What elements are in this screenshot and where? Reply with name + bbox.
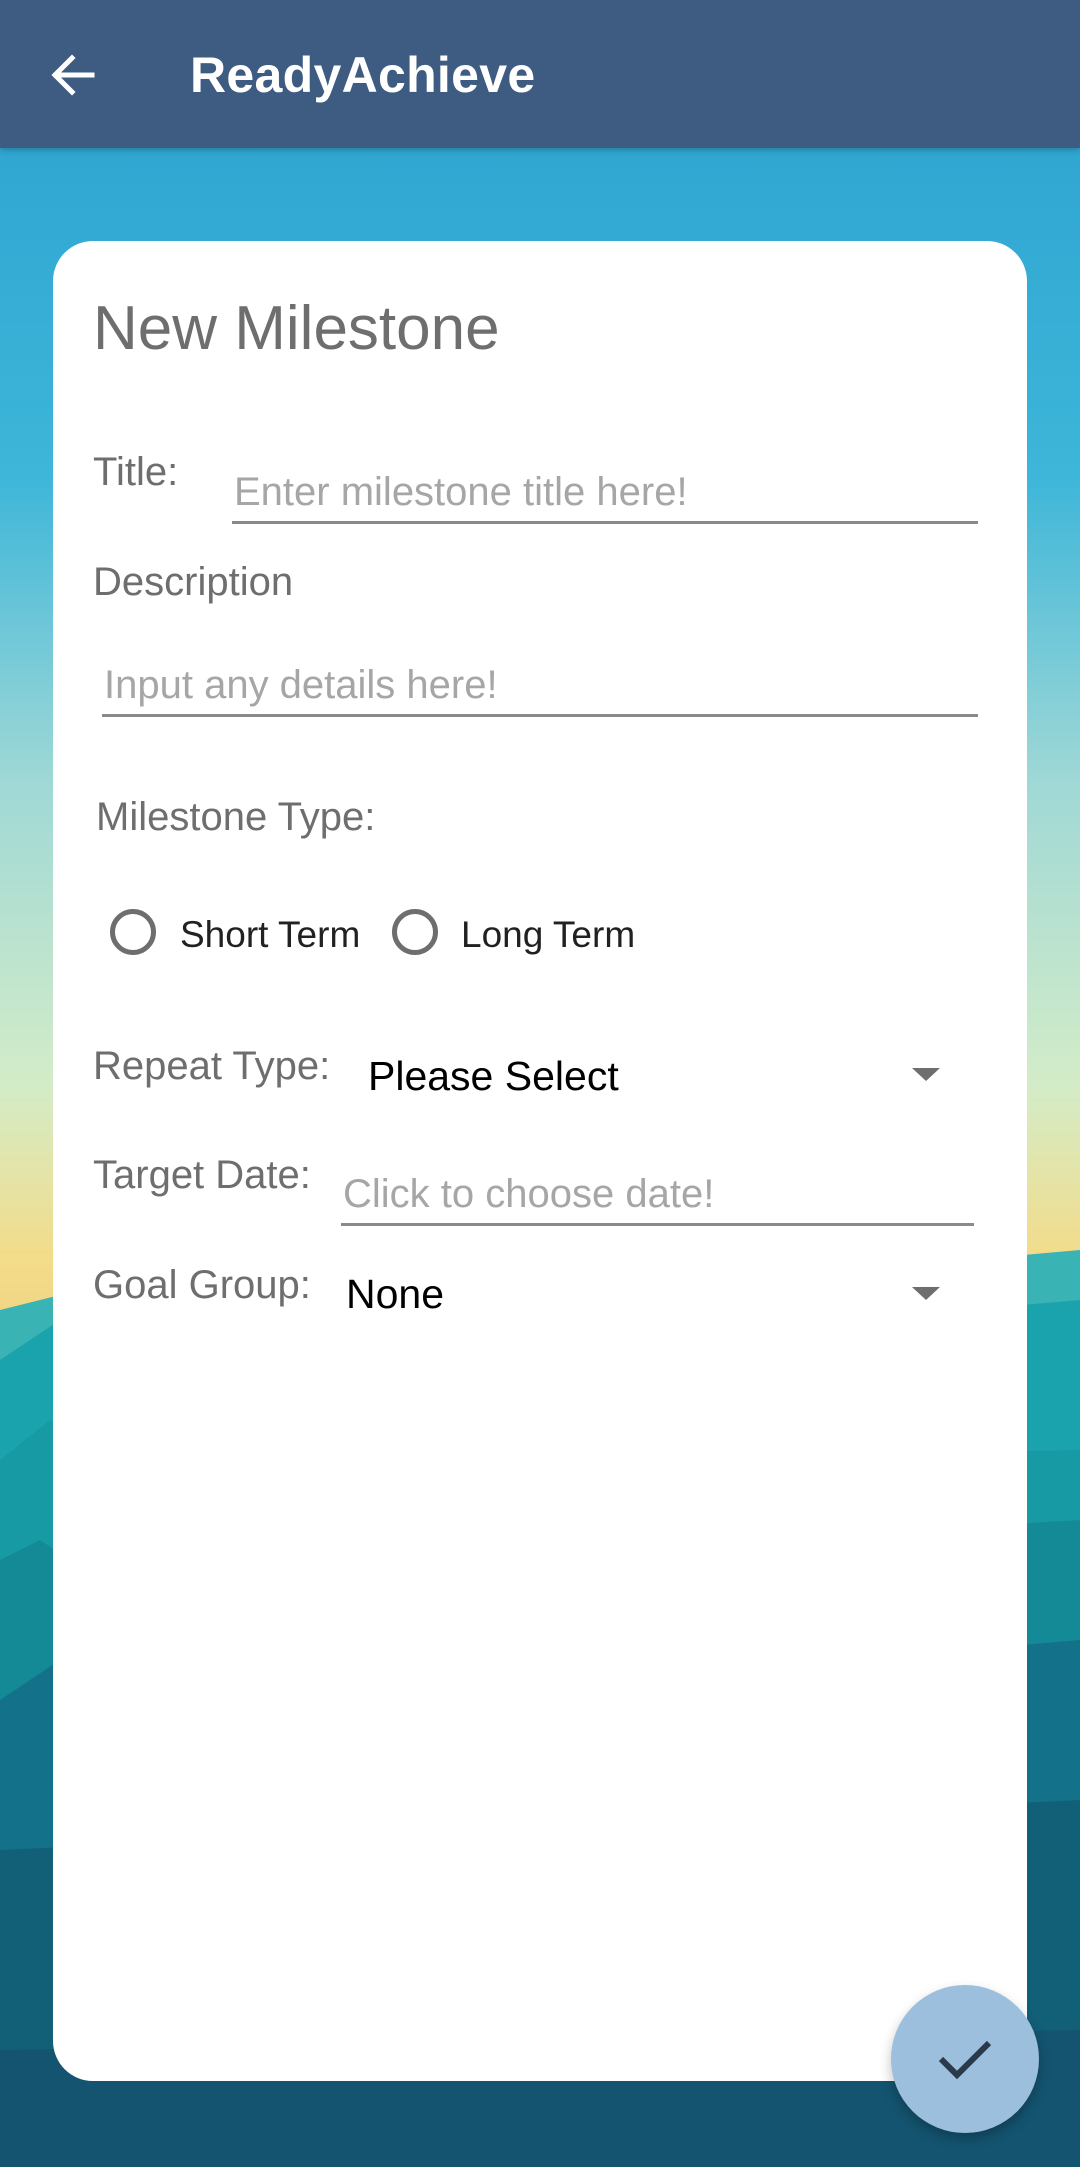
repeat-type-value[interactable]: Please Select <box>368 1053 619 1100</box>
target-date-input[interactable]: Click to choose date! <box>341 1165 974 1226</box>
save-milestone-button[interactable] <box>891 1985 1039 2133</box>
long-term-label[interactable]: Long Term <box>461 914 635 956</box>
target-date-label: Target Date: <box>93 1153 311 1197</box>
short-term-label[interactable]: Short Term <box>180 914 360 956</box>
chevron-down-icon[interactable] <box>912 1068 940 1081</box>
goal-group-value[interactable]: None <box>346 1271 444 1318</box>
milestone-type-label: Milestone Type: <box>96 795 376 839</box>
new-milestone-card: New Milestone Title: Enter milestone tit… <box>53 241 1027 2081</box>
check-icon <box>938 2040 992 2080</box>
app-bar: ReadyAchieve <box>0 0 1080 148</box>
short-term-radio[interactable] <box>110 909 156 955</box>
description-label: Description <box>93 560 294 604</box>
title-input[interactable]: Enter milestone title here! <box>232 463 978 524</box>
goal-group-label: Goal Group: <box>93 1263 311 1307</box>
description-input[interactable]: Input any details here! <box>102 656 978 717</box>
long-term-radio[interactable] <box>392 909 438 955</box>
repeat-type-label: Repeat Type: <box>93 1044 331 1088</box>
title-label: Title: <box>93 450 179 494</box>
chevron-down-icon[interactable] <box>912 1287 940 1300</box>
app-title: ReadyAchieve <box>190 47 536 103</box>
arrow-left-icon[interactable] <box>48 50 98 100</box>
page-title: New Milestone <box>93 294 500 363</box>
